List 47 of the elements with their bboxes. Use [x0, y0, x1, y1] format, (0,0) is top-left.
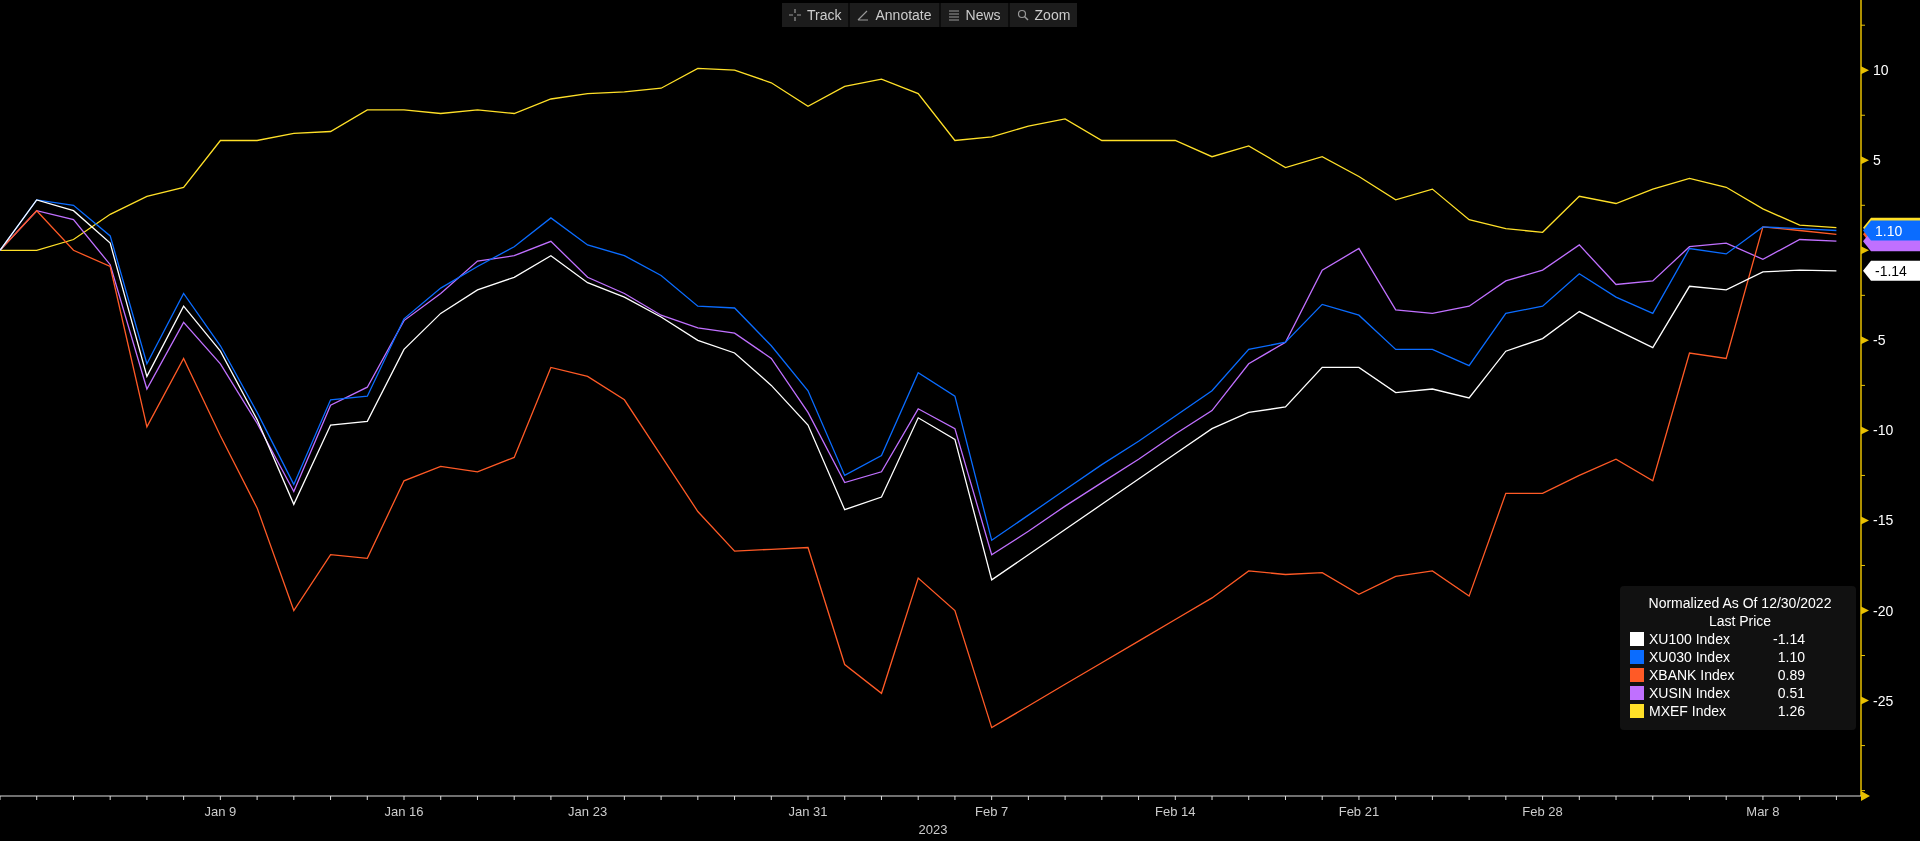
x-axis-year-label: 2023: [918, 822, 948, 837]
tick-marker-icon: [1861, 66, 1869, 75]
legend-series-name: MXEF Index: [1649, 702, 1728, 720]
tick-marker-icon: [1861, 606, 1869, 615]
x-tick-label: Jan 9: [204, 804, 237, 819]
legend-last-price: 0.89: [1776, 666, 1805, 684]
x-tick-label: Jan 31: [788, 804, 828, 819]
tick-marker-icon: [1861, 426, 1869, 435]
x-tick-label: Feb 14: [1155, 804, 1196, 819]
news-button[interactable]: News: [940, 3, 1008, 27]
legend-last-price: 0.51: [1776, 684, 1805, 702]
legend-last-price: 1.26: [1776, 702, 1805, 720]
annotate-button[interactable]: Annotate: [850, 3, 939, 27]
y-tick-label: 10: [1873, 62, 1889, 79]
x-tick-label: Jan 16: [384, 804, 424, 819]
legend-series-name: XUSIN Index: [1649, 684, 1731, 702]
legend-subtitle: Last Price: [1707, 612, 1773, 630]
y-tick-label: -20: [1873, 602, 1894, 619]
x-tick-label: Feb 7: [975, 804, 1009, 819]
x-tick-label: Mar 8: [1746, 804, 1780, 819]
tick-marker-icon: [1861, 246, 1869, 255]
legend-last-price: -1.14: [1772, 630, 1805, 648]
y-tick-label: -10: [1873, 422, 1894, 439]
tick-marker-icon: [1861, 696, 1869, 705]
crosshair-icon: [789, 9, 801, 21]
tick-marker-icon: [1861, 516, 1869, 525]
zoom-button[interactable]: Zoom: [1009, 3, 1078, 27]
search-icon: [1016, 9, 1029, 21]
news-icon: [947, 9, 960, 21]
y-tick-label: 5: [1873, 152, 1881, 169]
tick-marker-icon: [1861, 336, 1869, 345]
y-tick-label: -25: [1873, 692, 1894, 709]
x-tick-label: Feb 28: [1522, 804, 1563, 819]
legend-title: Normalized As Of 12/30/2022: [1647, 594, 1833, 612]
legend-series-name: XBANK Index: [1649, 666, 1736, 684]
price-tag: -1.14: [1863, 260, 1920, 281]
x-tick-label: Feb 21: [1338, 804, 1380, 819]
y-tick-label: -15: [1873, 512, 1894, 529]
y-axis-arrow-icon: [1861, 791, 1870, 801]
pencil-icon: [857, 9, 870, 21]
tick-marker-icon: [1861, 156, 1869, 165]
legend-series-name: XU100 Index: [1649, 630, 1731, 648]
legend-last-price: 1.10: [1776, 648, 1805, 666]
y-tick-label: -5: [1873, 332, 1886, 349]
legend-series-name: XU030 Index: [1649, 648, 1731, 666]
track-button[interactable]: Track: [782, 3, 849, 27]
x-tick-label: Jan 23: [568, 804, 608, 819]
